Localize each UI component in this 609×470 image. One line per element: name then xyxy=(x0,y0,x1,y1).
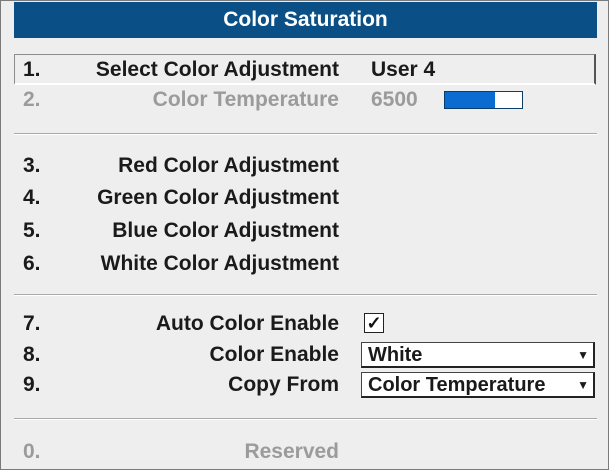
item-value: User 4 xyxy=(371,58,436,81)
item-label: Color Enable xyxy=(209,343,339,366)
menu-item-copy-from[interactable]: 9. Copy From Color Temperature ▼ xyxy=(1,370,609,400)
item-label: Reserved xyxy=(244,440,339,463)
item-label: Red Color Adjustment xyxy=(118,154,339,177)
item-number: 0. xyxy=(23,440,41,463)
item-number: 6. xyxy=(23,252,41,275)
menu-item-white-color-adjustment[interactable]: 6. White Color Adjustment xyxy=(1,249,609,279)
auto-color-enable-checkbox[interactable]: ✓ xyxy=(364,313,384,333)
item-number: 3. xyxy=(23,154,41,177)
item-label: Select Color Adjustment xyxy=(95,58,339,81)
dropdown-value: Color Temperature xyxy=(368,374,546,396)
menu-item-green-color-adjustment[interactable]: 4. Green Color Adjustment xyxy=(1,183,609,213)
menu-item-reserved: 0. Reserved xyxy=(1,437,609,467)
item-label: Blue Color Adjustment xyxy=(112,219,339,242)
menu-item-color-temperature: 2. Color Temperature 6500 xyxy=(1,85,609,115)
item-value: 6500 xyxy=(371,88,418,111)
item-label: Green Color Adjustment xyxy=(97,186,339,209)
section-divider xyxy=(14,133,597,135)
menu-item-red-color-adjustment[interactable]: 3. Red Color Adjustment xyxy=(1,151,609,181)
item-number: 5. xyxy=(23,219,41,242)
item-number: 9. xyxy=(23,373,41,396)
menu-title: Color Saturation xyxy=(14,2,597,38)
menu-item-select-color-adjustment[interactable]: 1. Select Color Adjustment User 4 xyxy=(1,55,609,85)
color-saturation-menu: Color Saturation 1. Select Color Adjustm… xyxy=(0,0,609,470)
item-label: White Color Adjustment xyxy=(100,252,339,275)
color-temperature-slider xyxy=(444,91,523,109)
chevron-down-icon: ▼ xyxy=(577,378,589,392)
chevron-down-icon: ▼ xyxy=(577,348,589,362)
menu-item-blue-color-adjustment[interactable]: 5. Blue Color Adjustment xyxy=(1,216,609,246)
dropdown-value: White xyxy=(368,344,423,366)
item-label: Color Temperature xyxy=(152,88,339,111)
item-number: 4. xyxy=(23,186,41,209)
section-divider xyxy=(14,418,597,420)
item-number: 1. xyxy=(23,58,41,81)
color-enable-dropdown[interactable]: White ▼ xyxy=(361,342,595,368)
slider-fill xyxy=(445,92,496,108)
menu-item-color-enable[interactable]: 8. Color Enable White ▼ xyxy=(1,340,609,370)
item-number: 8. xyxy=(23,343,41,366)
item-label: Copy From xyxy=(228,373,339,396)
section-divider xyxy=(14,294,597,296)
checkmark-icon: ✓ xyxy=(366,313,382,333)
menu-item-auto-color-enable[interactable]: 7. Auto Color Enable ✓ xyxy=(1,309,609,339)
copy-from-dropdown[interactable]: Color Temperature ▼ xyxy=(361,372,595,398)
item-label: Auto Color Enable xyxy=(155,312,339,335)
item-number: 7. xyxy=(23,312,41,335)
item-number: 2. xyxy=(23,88,41,111)
